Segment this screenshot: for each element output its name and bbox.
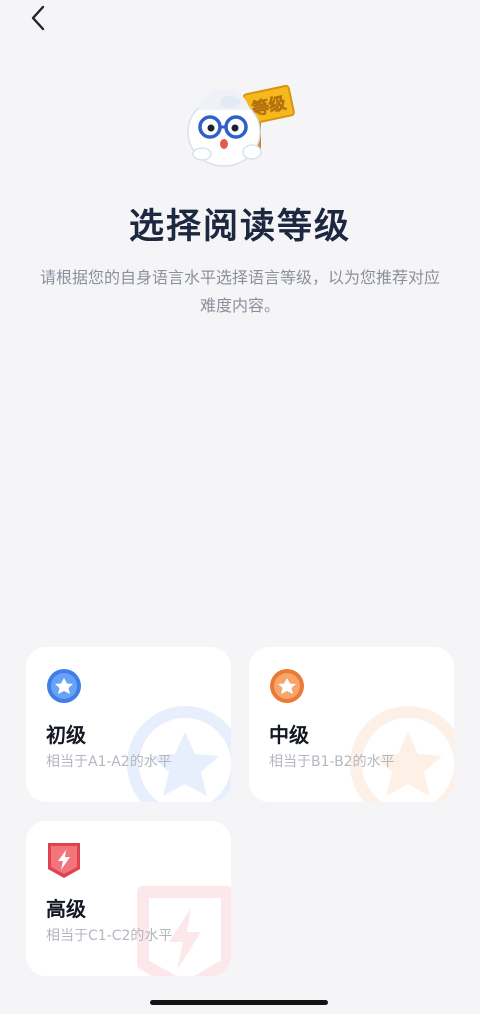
chevron-left-icon bbox=[31, 5, 45, 31]
lightning-shield-icon bbox=[48, 843, 80, 878]
back-button[interactable] bbox=[24, 4, 52, 32]
star-badge-icon bbox=[47, 669, 81, 703]
level-card-advanced[interactable]: 高级 相当于C1-C2的水平 bbox=[26, 821, 231, 976]
level-description: 相当于C1-C2的水平 bbox=[46, 928, 173, 944]
level-name: 初级 bbox=[46, 723, 86, 747]
level-description: 相当于A1-A2的水平 bbox=[46, 754, 172, 770]
mascot-illustration: 等级 等级 bbox=[184, 80, 296, 168]
page-title: 选择阅读等级 bbox=[128, 207, 351, 247]
home-indicator[interactable] bbox=[150, 1000, 328, 1005]
level-card-beginner[interactable]: 初级 相当于A1-A2的水平 bbox=[26, 647, 231, 802]
level-name: 中级 bbox=[269, 723, 309, 747]
level-description: 相当于B1-B2的水平 bbox=[269, 754, 395, 770]
star-badge-icon bbox=[270, 669, 304, 703]
level-card-intermediate[interactable]: 中级 相当于B1-B2的水平 bbox=[249, 647, 454, 802]
page-description: 请根据您的自身语言水平选择语言等级，以为您推荐对应难度内容。 bbox=[40, 268, 441, 315]
level-name: 高级 bbox=[46, 897, 86, 921]
